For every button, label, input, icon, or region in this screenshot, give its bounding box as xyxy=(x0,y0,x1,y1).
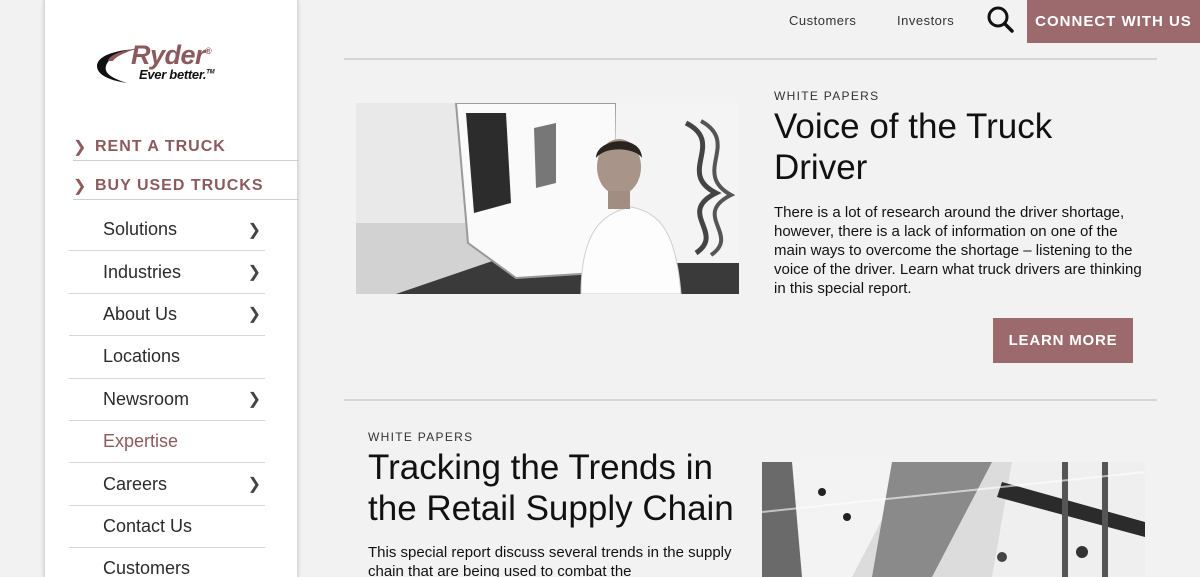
truck-driver-image[interactable] xyxy=(356,103,739,294)
header-link-customers[interactable]: Customers xyxy=(789,13,856,28)
article-title[interactable]: Voice of the Truck Driver xyxy=(774,106,1052,188)
article-title-line: the Retail Supply Chain xyxy=(368,489,734,528)
article-title-line: Tracking the Trends in xyxy=(368,448,713,487)
nav-item-careers[interactable]: Careers ❯ xyxy=(69,463,265,506)
search-icon xyxy=(987,6,1014,33)
chevron-right-icon: ❯ xyxy=(247,476,261,494)
article-category: WHITE PAPERS xyxy=(774,89,880,103)
nav-item-solutions[interactable]: Solutions ❯ xyxy=(69,209,265,252)
nav-item-expertise[interactable]: Expertise xyxy=(69,421,265,464)
nav-item-label: Customers xyxy=(103,558,191,577)
nav-item-about-us[interactable]: About Us ❯ xyxy=(69,294,265,337)
article-title[interactable]: Tracking the Trends in the Retail Supply… xyxy=(368,447,734,529)
nav-item-label: Solutions xyxy=(103,219,178,240)
main-nav: Solutions ❯ Industries ❯ About Us ❯ Loca… xyxy=(69,209,265,577)
nav-item-label: Expertise xyxy=(103,431,179,452)
article-title-line: Driver xyxy=(774,148,868,187)
chevron-right-icon: ❯ xyxy=(73,139,88,156)
nav-item-newsroom[interactable]: Newsroom ❯ xyxy=(69,379,265,421)
nav-item-customers[interactable]: Customers xyxy=(69,548,265,577)
learn-more-button[interactable]: LEARN MORE xyxy=(993,318,1133,363)
nav-item-industries[interactable]: Industries ❯ xyxy=(69,251,265,294)
article-summary: There is a lot of research around the dr… xyxy=(774,204,1142,297)
nav-item-label: Locations xyxy=(103,346,181,367)
nav-item-locations[interactable]: Locations xyxy=(69,336,265,379)
logo-tagline: Ever better.TM xyxy=(139,67,215,82)
divider xyxy=(344,58,1157,60)
header-link-investors[interactable]: Investors xyxy=(897,13,954,28)
chevron-right-icon: ❯ xyxy=(247,391,261,409)
chevron-right-icon: ❯ xyxy=(247,264,261,282)
rent-a-truck-label: RENT A TRUCK xyxy=(95,138,226,155)
retail-escalator-image[interactable] xyxy=(762,462,1145,577)
sidebar: Ryder® Ever better.TM ❯ RENT A TRUCK ❯ B… xyxy=(44,0,299,577)
nav-item-label: Contact Us xyxy=(103,515,193,536)
chevron-right-icon: ❯ xyxy=(73,178,88,195)
article-title-line: Voice of the Truck xyxy=(774,107,1053,146)
nav-item-label: About Us xyxy=(103,303,178,324)
search-button[interactable] xyxy=(985,4,1017,36)
ryder-logo[interactable]: Ryder® Ever better.TM xyxy=(93,40,253,88)
article-summary: This special report discuss several tren… xyxy=(368,544,732,577)
nav-item-label: Careers xyxy=(103,473,168,494)
article-category: WHITE PAPERS xyxy=(368,430,474,444)
nav-item-label: Newsroom xyxy=(103,388,190,409)
divider xyxy=(73,199,299,200)
nav-item-label: Industries xyxy=(103,261,182,282)
chevron-right-icon: ❯ xyxy=(247,306,261,324)
nav-item-contact-us[interactable]: Contact Us xyxy=(69,506,265,549)
buy-used-trucks-label: BUY USED TRUCKS xyxy=(95,177,264,194)
divider xyxy=(73,160,299,161)
chevron-right-icon: ❯ xyxy=(247,221,261,239)
connect-with-us-button[interactable]: CONNECT WITH US xyxy=(1027,0,1200,43)
divider xyxy=(344,399,1157,401)
